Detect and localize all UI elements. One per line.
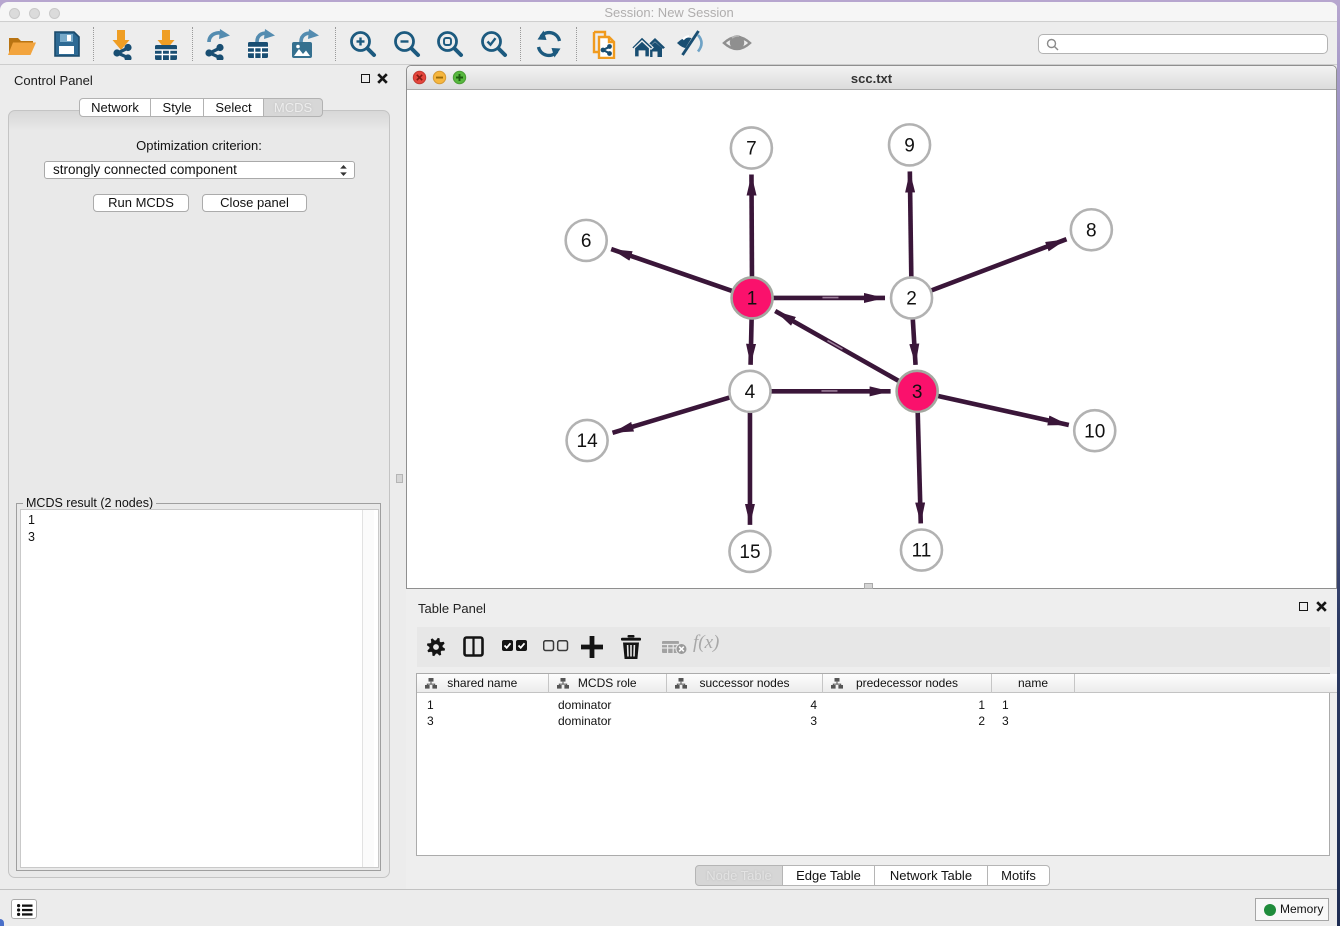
- svg-text:8: 8: [1086, 220, 1097, 241]
- svg-text:15: 15: [739, 542, 760, 563]
- svg-text:11: 11: [912, 541, 932, 562]
- svg-text:1: 1: [747, 289, 758, 310]
- svg-text:7: 7: [746, 139, 757, 160]
- svg-text:9: 9: [904, 136, 915, 157]
- svg-text:6: 6: [581, 231, 592, 252]
- svg-text:4: 4: [745, 382, 756, 403]
- svg-text:14: 14: [577, 431, 599, 452]
- svg-text:10: 10: [1084, 421, 1105, 442]
- svg-text:3: 3: [912, 382, 923, 403]
- svg-text:2: 2: [906, 289, 917, 310]
